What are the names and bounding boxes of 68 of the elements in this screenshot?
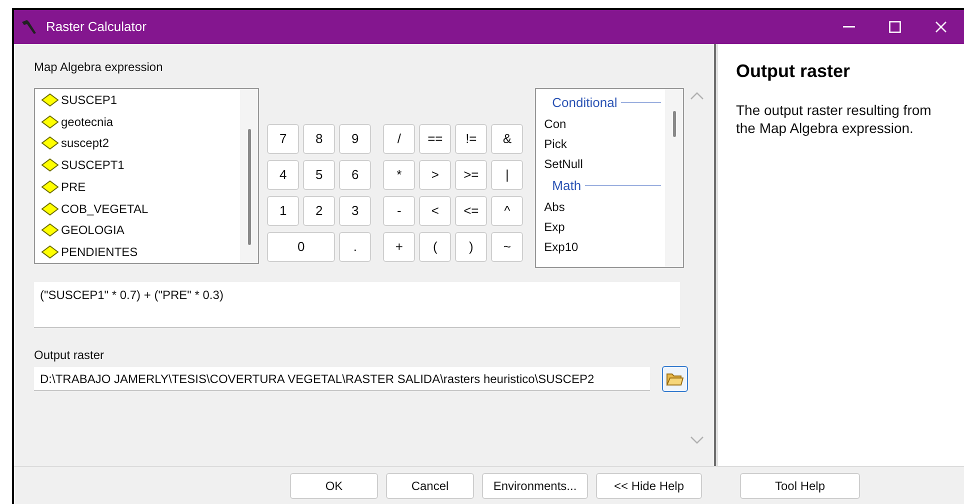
keypad-key[interactable]: >= (455, 160, 488, 190)
keypad-key[interactable]: <= (455, 196, 488, 226)
keypad-key[interactable]: ^ (491, 196, 524, 226)
window-title: Raster Calculator (46, 18, 146, 36)
folder-icon (666, 372, 684, 386)
keypad-key[interactable]: / (383, 124, 416, 154)
layer-item[interactable]: geotecnia (41, 110, 240, 132)
maximize-icon (889, 21, 901, 33)
close-icon (935, 21, 947, 33)
diamond-icon (41, 180, 59, 194)
help-text: The output raster resulting from the Map Algebra expression. (736, 101, 932, 137)
function-item[interactable]: Con (544, 114, 665, 134)
dialog-button[interactable]: Tool Help (740, 472, 860, 498)
keypad-key[interactable]: == (419, 124, 452, 154)
layer-item[interactable]: COB_VEGETAL (41, 198, 240, 220)
function-group-heading: Conditional (552, 94, 618, 112)
diamond-icon (41, 245, 59, 260)
keypad-key[interactable]: 0 (267, 232, 336, 262)
layer-item[interactable]: PRE (41, 176, 240, 198)
output-raster-field[interactable]: D:\TRABAJO JAMERLY\TESIS\COVERTURA VEGETAL\RASTER SALIDA\rasters heuristico\SUSCEP2 (34, 367, 650, 391)
keypad-key[interactable]: != (455, 124, 488, 154)
keypad-key[interactable]: 5 (303, 160, 336, 190)
function-item[interactable]: Abs (544, 197, 665, 217)
diamond-icon (41, 92, 59, 107)
keypad-key[interactable]: 6 (339, 160, 372, 190)
keypad-key[interactable]: & (491, 124, 524, 154)
diamond-icon (41, 136, 59, 150)
keypad-key[interactable]: < (419, 196, 452, 226)
expression-field[interactable]: ("SUSCEP1" * 0.7) + ("PRE" * 0.3) (34, 282, 680, 328)
keypad-key[interactable]: * (383, 160, 416, 190)
layer-item[interactable]: GEOLOGIA (41, 220, 240, 242)
keypad-key[interactable]: ( (419, 232, 452, 262)
keypad-key[interactable]: 4 (267, 160, 300, 190)
expression-label: Map Algebra expression (34, 59, 164, 76)
browse-button[interactable] (662, 366, 688, 392)
keypad-key[interactable]: . (339, 232, 372, 262)
keypad-key[interactable]: | (491, 160, 524, 190)
keypad-key[interactable]: 9 (339, 124, 372, 154)
layer-item[interactable]: SUSCEP1 (41, 89, 240, 111)
diamond-icon (41, 158, 59, 172)
output-raster-label: Output raster (34, 347, 106, 364)
keypad-key[interactable]: 2 (303, 196, 336, 226)
keypad-key[interactable]: 3 (339, 196, 372, 226)
keypad-key[interactable]: 7 (267, 124, 300, 154)
layer-item[interactable]: SUSCEPT1 (41, 154, 240, 176)
dialog-button[interactable]: Cancel (386, 472, 474, 498)
diamond-icon (41, 202, 59, 216)
dialog-button[interactable]: Environments... (482, 472, 588, 498)
function-item[interactable]: Exp10 (544, 237, 665, 257)
dialog-button[interactable]: << Hide Help (596, 472, 702, 498)
function-item[interactable]: Exp (544, 217, 665, 237)
keypad-key[interactable]: 1 (267, 196, 300, 226)
keypad-key[interactable]: ) (455, 232, 488, 262)
dialog-button[interactable]: OK (290, 472, 378, 498)
keypad-key[interactable]: ~ (491, 232, 524, 262)
keypad-key[interactable]: + (383, 232, 416, 262)
diamond-icon (41, 223, 59, 238)
keypad-key[interactable]: > (419, 160, 452, 190)
diamond-icon (41, 114, 59, 129)
minimize-icon (843, 26, 855, 28)
layer-item[interactable]: PENDIENTES (41, 241, 240, 263)
help-title: Output raster (736, 60, 852, 83)
keypad-key[interactable]: 8 (303, 124, 336, 154)
keypad-key[interactable]: - (383, 196, 416, 226)
function-group-heading: Math (552, 176, 582, 195)
function-item[interactable]: SetNull (544, 154, 665, 174)
function-item[interactable]: Pick (544, 134, 665, 154)
layer-item[interactable]: suscept2 (41, 132, 240, 154)
